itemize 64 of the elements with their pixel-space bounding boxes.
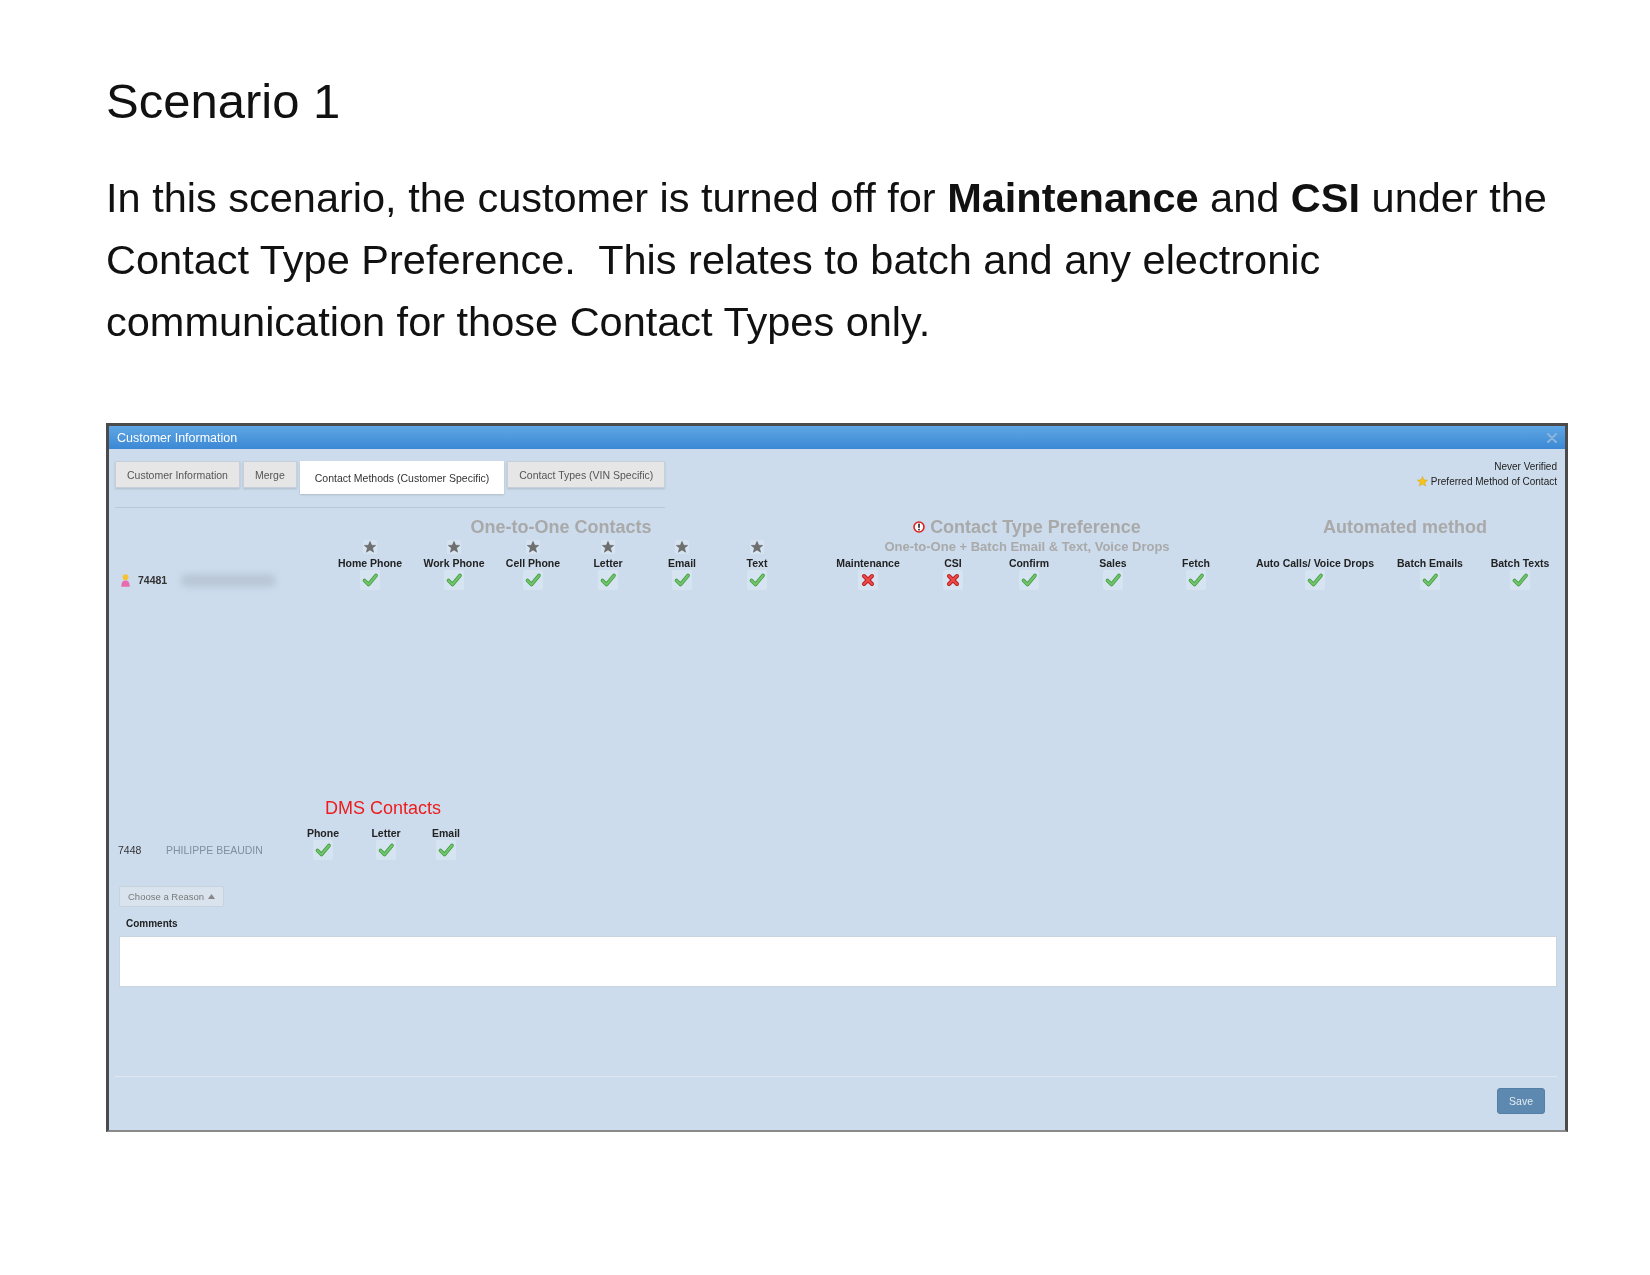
caret-icon <box>208 894 216 899</box>
checkmark-icon[interactable] <box>523 570 543 590</box>
column-label: Phone <box>306 826 340 840</box>
close-icon[interactable] <box>1547 432 1557 443</box>
paragraph: In this scenario, the customer is turned off for Maintenance and CSI under the Contact Type Preference. This relates to batch and any electronic communication for those Contact Types only. <box>106 173 1548 347</box>
star-icon <box>1416 476 1428 487</box>
reason-dropdown[interactable]: Choose a Reason <box>119 886 225 907</box>
column-label: Email <box>668 556 696 570</box>
section-heading: One-to-One Contacts <box>469 517 653 537</box>
comments-field[interactable] <box>119 936 1557 987</box>
column-label: Batch Emails <box>1397 556 1463 570</box>
checkmark-icon[interactable] <box>376 840 396 860</box>
checkmark-icon[interactable] <box>1103 570 1123 590</box>
tab[interactable]: Contact Types (VIN Specific) <box>507 461 666 488</box>
checkmark-icon[interactable] <box>1305 570 1325 590</box>
star-icon[interactable] <box>601 539 615 554</box>
star-icon[interactable] <box>750 539 764 554</box>
column-label: Sales <box>1099 556 1127 570</box>
tab[interactable]: Contact Methods (Customer Specific) <box>299 461 505 494</box>
section-heading: Automated method <box>1322 517 1488 537</box>
column-label: CSI <box>944 556 962 570</box>
star-icon[interactable] <box>526 539 540 554</box>
column-label: Text <box>746 556 768 570</box>
checkmark-icon[interactable] <box>598 570 618 590</box>
page-title: Scenario 1 <box>106 73 341 130</box>
checkmark-icon[interactable] <box>360 570 380 590</box>
cross-icon[interactable] <box>858 570 878 590</box>
checkmark-icon[interactable] <box>747 570 767 590</box>
column-label: Auto Calls/ Voice Drops <box>1255 556 1375 570</box>
column-label: Letter <box>593 556 623 570</box>
section-subtitle: One-to-One + Batch Email & Text, Voice Drops <box>883 539 1171 554</box>
checkmark-icon[interactable] <box>436 840 456 860</box>
column-label: Cell Phone <box>505 556 561 570</box>
column-label: Work Phone <box>423 556 485 570</box>
star-icon[interactable] <box>675 539 689 554</box>
column-label: Fetch <box>1182 556 1210 570</box>
star-icon[interactable] <box>447 539 461 554</box>
checkmark-icon[interactable] <box>672 570 692 590</box>
column-label: Batch Texts <box>1490 556 1550 570</box>
customer-name: PHILIPPE BEAUDIN <box>166 844 263 856</box>
checkmark-icon[interactable] <box>1019 570 1039 590</box>
checkmark-icon[interactable] <box>444 570 464 590</box>
person-icon <box>121 573 130 587</box>
star-icon[interactable] <box>363 539 377 554</box>
column-label: Maintenance <box>836 556 900 570</box>
customer-id: 7448 <box>118 844 143 856</box>
tab[interactable]: Merge <box>242 461 297 488</box>
column-label: Home Phone <box>337 556 403 570</box>
verification-status: Never Verified <box>1494 460 1557 473</box>
column-label: Confirm <box>1008 556 1050 570</box>
column-label: Email <box>432 826 460 840</box>
section-heading: DMS Contacts <box>323 798 442 818</box>
checkmark-icon[interactable] <box>1510 570 1530 590</box>
customer-id: 74481 <box>138 574 168 586</box>
tab[interactable]: Customer Information <box>115 461 240 488</box>
section-heading: Contact Type Preference <box>826 517 1228 537</box>
legend-label: Preferred Method of Contact <box>1430 475 1557 488</box>
checkmark-icon[interactable] <box>1186 570 1206 590</box>
checkmark-icon[interactable] <box>1420 570 1440 590</box>
cross-icon[interactable] <box>943 570 963 590</box>
checkmark-icon[interactable] <box>313 840 333 860</box>
window-title: Customer Information <box>117 430 238 445</box>
comments-label: Comments <box>126 917 178 931</box>
column-label: Letter <box>371 826 401 840</box>
